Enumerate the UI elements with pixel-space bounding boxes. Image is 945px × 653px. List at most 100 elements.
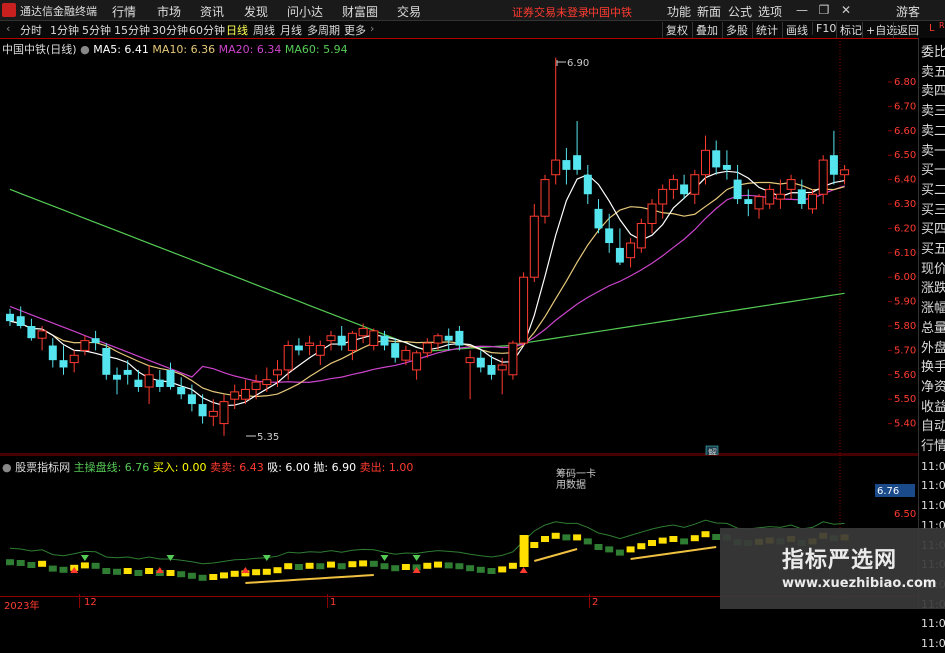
candle-body[interactable] xyxy=(818,159,828,195)
candle-body[interactable] xyxy=(80,340,90,351)
candle-body[interactable] xyxy=(347,332,357,351)
chevron-right-icon[interactable]: › xyxy=(370,22,374,35)
candle-body[interactable] xyxy=(840,169,850,176)
candle-body[interactable] xyxy=(123,369,132,375)
quote-panel-item[interactable]: 11:02 xyxy=(921,457,945,476)
candle-body[interactable] xyxy=(208,410,218,417)
candle-body[interactable] xyxy=(765,188,775,205)
quote-panel-item[interactable]: 净资 xyxy=(921,378,945,397)
tool-adjust[interactable]: 复权 xyxy=(662,22,691,38)
candle-body[interactable] xyxy=(262,379,272,386)
candle-body[interactable] xyxy=(27,326,36,339)
candle-body[interactable] xyxy=(594,208,603,229)
candle-body[interactable] xyxy=(219,401,229,425)
candle-body[interactable] xyxy=(91,338,100,344)
candle-body[interactable] xyxy=(701,149,710,176)
candle-body[interactable] xyxy=(583,174,592,195)
menu-news[interactable]: 资讯 xyxy=(200,3,224,20)
candle-body[interactable] xyxy=(240,388,250,400)
candle-body[interactable] xyxy=(786,179,796,190)
candle-body[interactable] xyxy=(294,345,303,351)
candle-body[interactable] xyxy=(155,379,164,387)
candle-body[interactable] xyxy=(775,193,785,200)
candle-body[interactable] xyxy=(315,345,325,356)
candle-body[interactable] xyxy=(433,335,443,344)
candle-body[interactable] xyxy=(562,160,571,170)
candle-body[interactable] xyxy=(102,347,111,375)
candle-body[interactable] xyxy=(733,179,742,200)
candle-body[interactable] xyxy=(144,374,154,388)
quote-panel-item[interactable]: 买二 xyxy=(921,181,945,200)
quote-panel-item[interactable]: 外盘 xyxy=(921,339,945,358)
tool-statistics[interactable]: 统计 xyxy=(752,22,781,38)
menu-trade[interactable]: 交易 xyxy=(397,3,421,20)
collapse-icon[interactable]: ‹ xyxy=(6,22,10,35)
tool-overlay[interactable]: 叠加 xyxy=(692,22,721,38)
quote-panel-item[interactable]: 卖二 xyxy=(921,122,945,141)
candle-body[interactable] xyxy=(808,193,817,210)
candle-body[interactable] xyxy=(273,369,282,376)
candle-body[interactable] xyxy=(48,345,57,361)
menu-options[interactable]: 选项 xyxy=(758,3,782,20)
tab-intraday[interactable]: 分时 xyxy=(20,22,42,38)
candle-body[interactable] xyxy=(177,387,186,395)
quote-panel-item[interactable]: 11:02 xyxy=(921,476,945,495)
settings-circle-icon[interactable]: ● xyxy=(80,43,90,56)
quote-panel-item[interactable]: 11:02 xyxy=(921,496,945,515)
quote-panel-item[interactable]: 收益 xyxy=(921,398,945,417)
candle-body[interactable] xyxy=(680,184,689,195)
menu-ask[interactable]: 问小达 xyxy=(287,3,323,20)
candle-body[interactable] xyxy=(497,364,507,371)
tab-daily[interactable]: 日线 xyxy=(226,22,248,38)
candle-body[interactable] xyxy=(605,228,614,244)
candle-body[interactable] xyxy=(230,391,240,400)
candle-body[interactable] xyxy=(647,203,657,225)
tab-1min[interactable]: 1分钟 xyxy=(50,22,79,38)
menu-discover[interactable]: 发现 xyxy=(244,3,268,20)
close-icon[interactable]: ✕ xyxy=(838,2,854,18)
quote-panel-item[interactable]: 现价 xyxy=(921,260,945,279)
candle-body[interactable] xyxy=(551,159,561,176)
quote-panel-item[interactable]: 买四 xyxy=(921,220,945,239)
guest-button[interactable]: 游客 xyxy=(896,3,920,20)
restore-icon[interactable]: ❐ xyxy=(816,2,832,18)
candle-body[interactable] xyxy=(508,342,518,376)
quote-panel-item[interactable]: 涨幅 xyxy=(921,299,945,318)
minimize-icon[interactable]: — xyxy=(794,2,810,18)
menu-quotes[interactable]: 行情 xyxy=(112,3,136,20)
candle-body[interactable] xyxy=(573,155,582,170)
candle-body[interactable] xyxy=(369,330,379,347)
candlestick-chart[interactable]: 6.80 6.70 6.60 6.50 6.40 6.30 6.20 6.10 6.00 5.90… xyxy=(0,38,918,455)
login-notice[interactable]: 证券交易未登录 xyxy=(512,4,589,20)
candle-body[interactable] xyxy=(540,179,550,217)
tab-30min[interactable]: 30分钟 xyxy=(152,22,188,38)
quote-panel-item[interactable]: 卖一 xyxy=(921,142,945,161)
candle-body[interactable] xyxy=(744,199,753,204)
tool-multi-stock[interactable]: 多股 xyxy=(722,22,751,38)
quote-panel-item[interactable]: 总量 xyxy=(921,319,945,338)
tab-5min[interactable]: 5分钟 xyxy=(82,22,111,38)
quote-panel-item[interactable]: 买五 xyxy=(921,240,945,259)
candle-body[interactable] xyxy=(519,276,529,344)
candle-body[interactable] xyxy=(37,330,47,339)
candle-body[interactable] xyxy=(326,335,336,342)
candle-body[interactable] xyxy=(380,335,389,346)
quote-panel-item[interactable]: 换手 xyxy=(921,358,945,377)
quote-panel-item[interactable]: 自动 xyxy=(921,417,945,436)
candle-body[interactable] xyxy=(615,247,624,263)
candle-body[interactable] xyxy=(722,164,731,170)
menu-market[interactable]: 市场 xyxy=(157,3,181,20)
candle-body[interactable] xyxy=(113,374,121,380)
quote-panel-item[interactable]: 卖三 xyxy=(921,102,945,121)
quote-panel-item[interactable]: 买三 xyxy=(921,201,945,220)
tab-monthly[interactable]: 月线 xyxy=(280,22,302,38)
candle-body[interactable] xyxy=(529,215,539,278)
menu-wealth[interactable]: 财富圈 xyxy=(342,3,378,20)
candle-body[interactable] xyxy=(305,342,315,347)
candle-body[interactable] xyxy=(283,345,293,371)
candle-body[interactable] xyxy=(16,316,25,326)
candle-body[interactable] xyxy=(69,354,79,364)
tab-60min[interactable]: 60分钟 xyxy=(189,22,225,38)
candle-body[interactable] xyxy=(422,342,432,354)
tab-multi-period[interactable]: 多周期 xyxy=(307,22,340,38)
